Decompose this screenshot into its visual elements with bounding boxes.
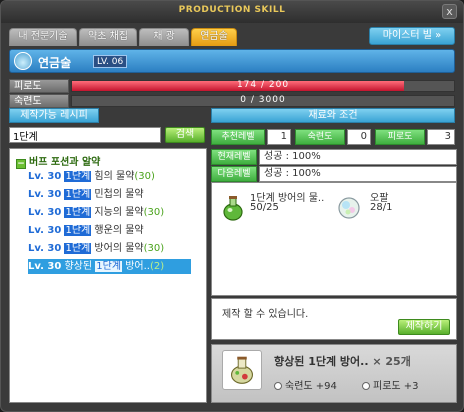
skill-header: 연금술 LV. 06 xyxy=(9,49,455,73)
conditions-panel: 재료와 조건 추천레벨 1 숙련도 0 피로도 3 현재레벨 성공 : 100%… xyxy=(211,108,457,403)
status-message: 제작 할 수 있습니다. xyxy=(222,309,309,320)
result-proficiency-text: 숙련도 +94 xyxy=(285,381,337,392)
recipe-level: Lv. 30 xyxy=(28,225,62,236)
result-item-slot[interactable] xyxy=(222,350,262,390)
proficiency-value: 0 / 3000 xyxy=(240,95,286,105)
recipe-qty: (2) xyxy=(149,261,165,272)
recipe-qty: (30) xyxy=(143,207,165,218)
result-multiplier: × 25개 xyxy=(372,355,411,368)
next-level-label: 다음레벨 xyxy=(211,166,257,182)
req-proficiency-label: 숙련도 xyxy=(295,129,345,145)
list-item-selected[interactable]: Lv. 30 향상된 1단계 방어..(2) xyxy=(28,259,191,274)
skill-name: 연금술 xyxy=(38,56,72,70)
bullet-icon xyxy=(362,382,370,390)
next-level-value: 성공 : 100% xyxy=(259,166,457,182)
result-fatigue: 피로도 +3 xyxy=(362,377,419,392)
bullet-icon xyxy=(274,382,282,390)
current-level-value: 성공 : 100% xyxy=(259,149,457,165)
window-title: PRODUCTION SKILL xyxy=(178,5,286,15)
result-box: 향상된 1단계 방어.. × 25개 숙련도 +94 피로도 +3 xyxy=(211,344,457,403)
status-message-box: 제작 할 수 있습니다. 제작하기 xyxy=(211,298,457,340)
recipe-level: Lv. 30 xyxy=(28,207,62,218)
recipe-level: Lv. 30 xyxy=(28,171,62,182)
tab-herb-gathering[interactable]: 약초 채집 xyxy=(79,28,137,46)
recipe-tier: 1단계 xyxy=(64,225,92,236)
result-proficiency: 숙련도 +94 xyxy=(274,377,337,392)
proficiency-row: 숙련도 0 / 3000 xyxy=(9,94,455,108)
material-count: 28/1 xyxy=(370,202,393,213)
list-item[interactable]: Lv. 30 1단계 지능의 물약(30) xyxy=(28,205,191,220)
recipe-qty: (30) xyxy=(143,243,165,254)
proficiency-label: 숙련도 xyxy=(9,94,69,108)
title-bar[interactable]: PRODUCTION SKILL x xyxy=(1,1,463,23)
fatigue-label: 피로도 xyxy=(9,79,69,93)
search-button[interactable]: 검색 xyxy=(165,127,205,143)
fatigue-bar: 174 / 200 xyxy=(71,80,455,92)
next-level-rate: 다음레벨 성공 : 100% xyxy=(211,166,457,182)
list-item[interactable]: Lv. 30 1단계 방어의 물약(30) xyxy=(28,241,191,256)
recipe-name: 방어.. xyxy=(125,261,150,272)
skill-level-badge: LV. 06 xyxy=(93,55,128,68)
tab-alchemy[interactable]: 연금술 xyxy=(191,28,237,46)
recipe-level: Lv. 30 xyxy=(28,261,62,272)
requirements-row: 추천레벨 1 숙련도 0 피로도 3 xyxy=(211,129,457,145)
current-level-rate: 현재레벨 성공 : 100% xyxy=(211,149,457,165)
recipe-qty: (30) xyxy=(134,171,155,182)
meister-ville-button[interactable]: 마이스터 빌 » xyxy=(369,27,455,45)
recipe-name: 지능의 물약 xyxy=(94,207,144,218)
req-level-label: 추천레벨 xyxy=(211,129,265,145)
recipe-search-input[interactable] xyxy=(9,127,161,143)
current-level-label: 현재레벨 xyxy=(211,149,257,165)
proficiency-bar: 0 / 3000 xyxy=(71,95,455,107)
list-item[interactable]: Lv. 30 1단계 행운의 물약 xyxy=(28,223,191,238)
req-fatigue-label: 피로도 xyxy=(375,129,425,145)
recipe-name: 방어의 물약 xyxy=(94,243,144,254)
req-fatigue-value: 3 xyxy=(427,129,455,145)
recipe-name: 힘의 물약 xyxy=(94,171,135,182)
category-label: 버프 포션과 알약 xyxy=(29,157,101,168)
recipe-list: − 버프 포션과 알약 Lv. 30 1단계 힘의 물약(30) Lv. 30 1… xyxy=(9,148,207,403)
req-proficiency-value: 0 xyxy=(347,129,371,145)
recipe-panel-title: 제작가능 레시피 xyxy=(9,108,99,123)
list-item[interactable]: Lv. 30 1단계 민첩의 물약 xyxy=(28,187,191,202)
category-buff-potions[interactable]: − 버프 포션과 알약 xyxy=(16,153,100,169)
tab-mining[interactable]: 채 광 xyxy=(139,28,189,46)
req-level-value: 1 xyxy=(267,129,291,145)
list-item[interactable]: Lv. 30 1단계 힘의 물약(30) xyxy=(28,169,191,184)
material-count: 50/25 xyxy=(250,202,279,213)
recipe-tier: 1단계 xyxy=(95,261,123,272)
enhanced-potion-icon xyxy=(230,356,254,384)
opal-gem-icon[interactable] xyxy=(334,193,364,223)
production-skill-window: PRODUCTION SKILL x 내 전문기술 약초 채집 채 광 연금술 … xyxy=(0,0,464,412)
flask-icon xyxy=(14,52,32,70)
craft-button[interactable]: 제작하기 xyxy=(398,319,450,335)
recipe-tier: 1단계 xyxy=(64,207,92,218)
result-name-text: 향상된 1단계 방어.. xyxy=(274,355,369,368)
result-item-name: 향상된 1단계 방어.. × 25개 xyxy=(274,353,411,369)
fatigue-value: 174 / 200 xyxy=(236,80,290,90)
materials-box: 1단계 방어의 물.. 50/25 오팔 28/1 xyxy=(211,182,457,296)
recipe-prefix: 향상된 xyxy=(64,261,93,272)
recipe-tier: 1단계 xyxy=(64,171,92,182)
recipe-panel: 제작가능 레시피 검색 −버프 포션과 알약 Lv. 30 1단계 힘의 물약(… xyxy=(9,108,207,403)
collapse-icon[interactable]: − xyxy=(16,159,26,169)
fatigue-row: 피로도 174 / 200 xyxy=(9,79,455,93)
recipe-tier: 1단계 xyxy=(64,243,92,254)
tab-my-skills[interactable]: 내 전문기술 xyxy=(9,28,77,46)
recipe-level: Lv. 30 xyxy=(28,189,62,200)
recipe-name: 행운의 물약 xyxy=(94,225,144,236)
recipe-name: 민첩의 물약 xyxy=(94,189,144,200)
result-fatigue-text: 피로도 +3 xyxy=(373,381,419,392)
conditions-title: 재료와 조건 xyxy=(211,108,455,123)
close-button[interactable]: x xyxy=(442,4,457,19)
recipe-tier: 1단계 xyxy=(64,189,92,200)
recipe-level: Lv. 30 xyxy=(28,243,62,254)
green-potion-icon[interactable] xyxy=(218,193,248,223)
